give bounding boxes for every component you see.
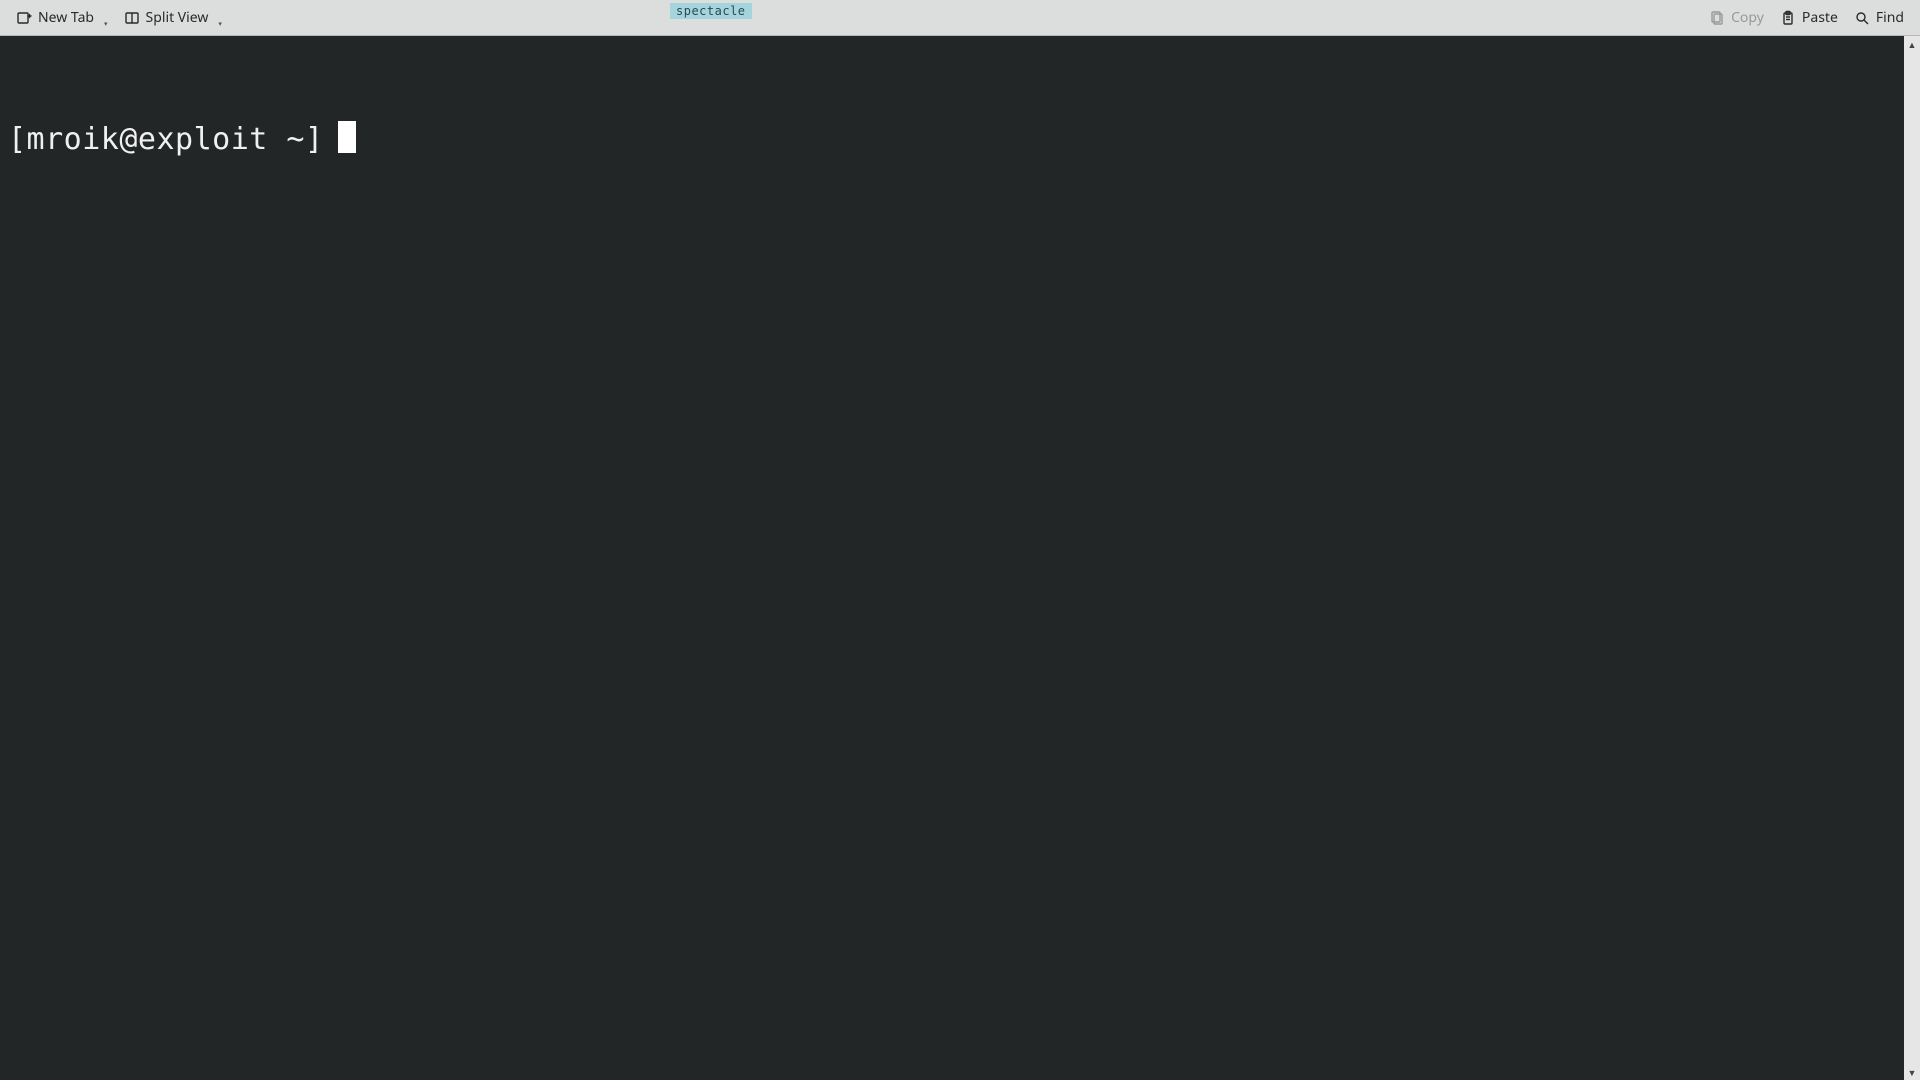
search-icon — [1854, 10, 1870, 26]
paste-label: Paste — [1802, 8, 1838, 27]
scrollbar[interactable]: ▲ ▼ — [1904, 36, 1920, 1080]
find-button[interactable]: Find — [1846, 4, 1912, 31]
toolbar-right-group: Copy Paste Find — [1701, 4, 1912, 31]
toolbar: spectacle New Tab ▾ Split View ▾ — [0, 0, 1920, 36]
split-view-icon — [124, 10, 140, 26]
scrollbar-track[interactable] — [1904, 50, 1920, 1066]
scrollbar-up-arrow[interactable]: ▲ — [1906, 38, 1918, 50]
paste-button[interactable]: Paste — [1772, 4, 1846, 31]
cursor-block — [338, 121, 356, 153]
chevron-down-icon[interactable]: ▾ — [104, 20, 108, 29]
copy-label: Copy — [1731, 8, 1764, 27]
new-tab-icon — [16, 10, 32, 26]
split-view-button[interactable]: Split View ▾ — [116, 4, 230, 31]
scrollbar-down-arrow[interactable]: ▼ — [1906, 1066, 1918, 1078]
copy-icon — [1709, 10, 1725, 26]
split-view-label: Split View — [146, 8, 209, 27]
terminal-area[interactable]: [mroik@exploit ~] — [0, 36, 1904, 1080]
find-label: Find — [1876, 8, 1904, 27]
copy-button: Copy — [1701, 4, 1772, 31]
chevron-down-icon[interactable]: ▾ — [218, 20, 222, 29]
prompt-line: [mroik@exploit ~] — [8, 117, 1896, 159]
terminal-content[interactable]: [mroik@exploit ~] — [0, 36, 1904, 1080]
title-pill: spectacle — [670, 3, 752, 19]
new-tab-button[interactable]: New Tab ▾ — [8, 4, 116, 31]
shell-prompt: [mroik@exploit ~] — [8, 121, 324, 159]
paste-icon — [1780, 10, 1796, 26]
toolbar-left-group: New Tab ▾ Split View ▾ — [8, 4, 230, 31]
new-tab-label: New Tab — [38, 8, 94, 27]
